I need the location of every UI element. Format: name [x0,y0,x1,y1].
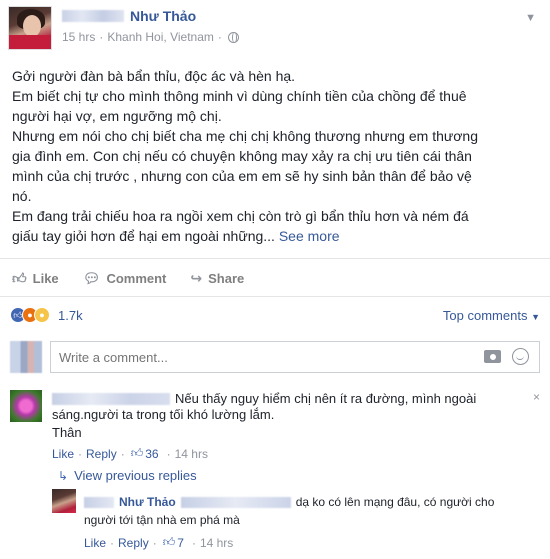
like-button[interactable]: 👍︎ Like [12,270,59,287]
camera-icon[interactable] [484,350,501,363]
post-line: giấu tay giỏi hơn để hại em ngoài những.… [12,228,275,244]
thumbs-up-icon: 👍︎ [130,446,144,460]
divider [0,258,550,259]
reactions-summary[interactable]: 👍︎ ● ● 1.7k [10,307,83,323]
post-body: Gởi người đàn bà bẩn thỉu, độc ác và hèn… [12,66,538,246]
comment-text: Thân [52,425,82,440]
globe-icon [227,31,239,43]
caret-down-icon: ▼ [531,312,540,322]
post-line: Em biết chị tự cho mình thông minh vì dù… [12,88,467,104]
author-name[interactable]: Như Thảo [130,8,196,24]
author-avatar[interactable] [8,6,52,50]
post-line: gia đình em. Con chị nếu có chuyện không… [12,148,472,164]
reply-like-count[interactable]: 7 [177,536,184,550]
reply-text: người tới tận nhà em phá mà [84,513,240,527]
post-line: người hại vợ, em ngưỡng mộ chị. [12,108,222,124]
comment-meta: Like · Reply · 👍︎ 36 · 14 hrs [52,446,208,461]
reply-reply-link[interactable]: Reply [118,536,149,550]
comment-icon: 💬︎ [82,269,101,286]
post-line: Nhưng em nói cho chị biết cha mẹ chị chị… [12,128,478,144]
reply-author-avatar[interactable] [52,489,76,513]
meta-separator: · [166,446,171,461]
post-line: nó. [12,188,32,204]
share-label: Share [208,270,245,286]
meta-separator: · [78,446,83,461]
close-icon[interactable]: × [533,390,540,404]
post-meta: 15 hrs · Khanh Hoi, Vietnam · [62,30,239,44]
post-location[interactable]: Khanh Hoi, Vietnam [107,30,214,44]
comment-text: sáng.người ta trong tối khó lường lắm. [52,407,275,422]
post-line: Em đang trải chiếu hoa ra ngồi xem chị c… [12,208,469,224]
comment-reply-link[interactable]: Reply [86,447,117,461]
smiley-icon[interactable] [512,348,529,365]
post-actions: 👍︎ Like 💬︎ Comment ↪ Share [12,268,244,288]
top-comments-label: Top comments [442,308,528,323]
see-more-link[interactable]: See more [279,228,340,244]
like-label: Like [32,270,59,286]
view-previous-replies[interactable]: ↳ View previous replies [58,468,197,483]
comment-time[interactable]: 14 hrs [175,447,208,461]
meta-separator: · [191,535,196,550]
redacted-text [180,496,291,508]
thumbs-up-icon: 👍︎ [12,269,27,286]
reply-line: Như Thảo dạ ko có lên mạng đâu, có người… [84,494,494,510]
meta-separator: · [152,535,157,550]
post-line: mình của chị trước , nhưng con của em em… [12,168,472,184]
share-icon: ↪ [190,269,203,286]
reply-meta: Like · Reply · 👍︎ 7 · 14 hrs [84,535,233,550]
redacted-name [62,10,124,22]
meta-separator: · [110,535,115,550]
reply-author-name[interactable]: Như Thảo [119,495,176,509]
meta-separator: · [120,446,125,461]
sad-reaction-icon: ● [34,307,50,323]
divider [0,296,550,297]
reply-arrow-icon: ↳ [58,468,69,483]
post-line-last: giấu tay giỏi hơn để hại em ngoài những.… [12,226,538,246]
author-name-row: Như Thảo [62,7,196,25]
comment-like-link[interactable]: Like [52,447,74,461]
reaction-count[interactable]: 1.7k [58,308,83,323]
comment-like-count[interactable]: 36 [145,447,158,461]
chevron-down-icon[interactable]: ▼ [525,12,536,24]
meta-separator: · [217,30,222,44]
facebook-post: Như Thảo 15 hrs · Khanh Hoi, Vietnam · ▼… [0,0,550,559]
redacted-name [84,496,114,508]
reply-text: dạ ko có lên mạng đâu, có người cho [295,495,495,509]
comment-input[interactable] [59,350,419,365]
viewer-avatar [10,341,42,373]
share-button[interactable]: ↪ Share [190,270,244,287]
reply-like-link[interactable]: Like [84,536,106,550]
comment-button[interactable]: 💬︎ Comment [83,270,167,287]
reply-time[interactable]: 14 hrs [200,536,233,550]
view-previous-label: View previous replies [74,468,197,483]
commenter-avatar[interactable] [10,390,42,422]
post-time[interactable]: 15 hrs [62,30,95,44]
redacted-commenter-name[interactable] [52,393,170,405]
post-line: Gởi người đàn bà bẩn thỉu, độc ác và hèn… [12,68,296,84]
comment-label: Comment [106,270,167,286]
thumbs-up-icon: 👍︎ [162,535,176,549]
top-comments-dropdown[interactable]: Top comments ▼ [443,308,540,323]
comment-composer[interactable] [50,341,540,373]
meta-separator: · [99,30,104,44]
